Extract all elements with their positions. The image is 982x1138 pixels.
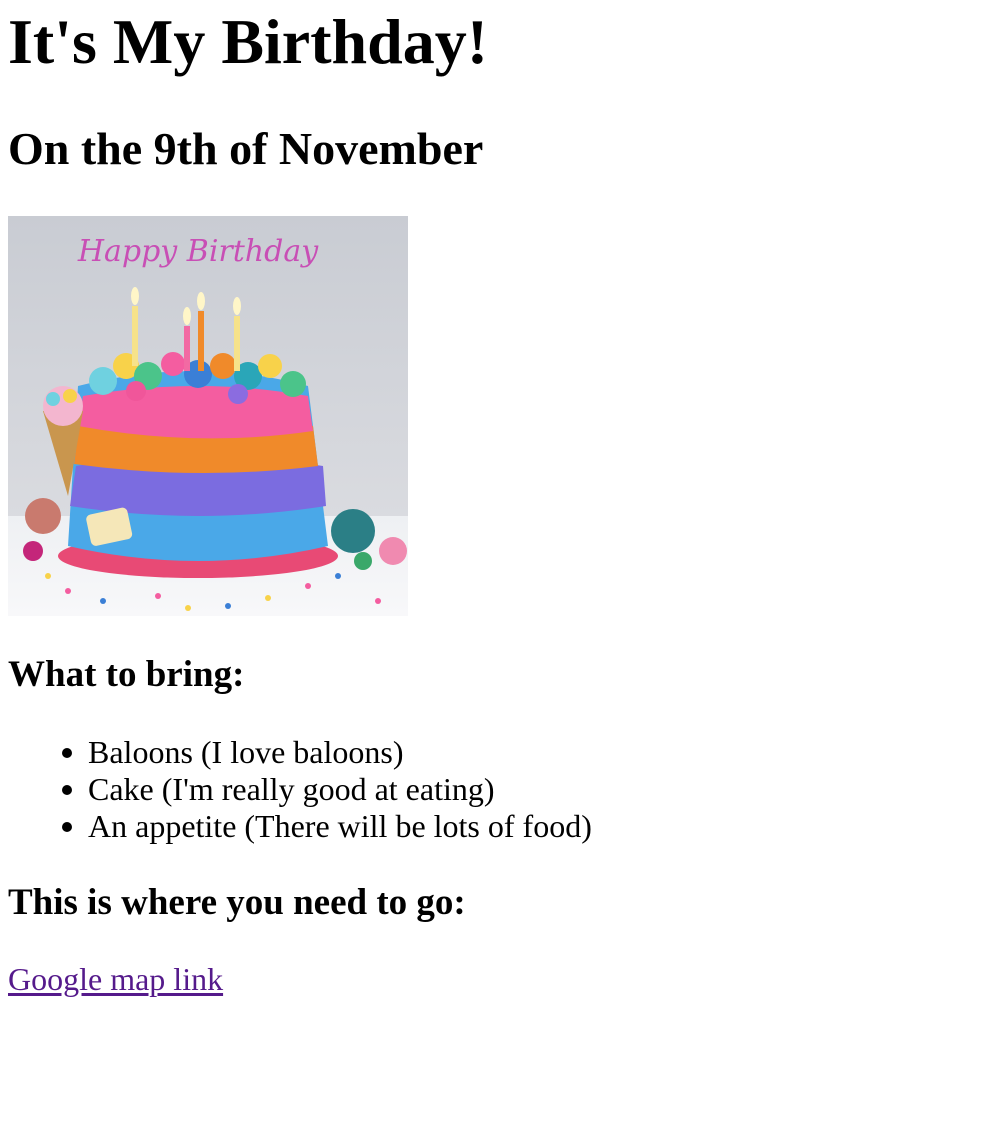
list-item: An appetite (There will be lots of food) xyxy=(8,808,592,845)
list-item: Baloons (I love baloons) xyxy=(8,734,592,771)
bullet-icon xyxy=(62,748,72,758)
page-subtitle: On the 9th of November xyxy=(8,123,484,174)
list-item: Cake (I'm really good at eating) xyxy=(8,771,592,808)
page-title: It's My Birthday! xyxy=(8,6,488,77)
bullet-icon xyxy=(62,785,72,795)
list-item-text: Baloons (I love baloons) xyxy=(88,734,404,770)
list-item-text: Cake (I'm really good at eating) xyxy=(88,771,495,807)
topper-text: Happy Birthday xyxy=(77,234,319,269)
birthday-cake-image: cake Happy Birthday xyxy=(8,216,408,616)
google-map-link[interactable]: Google map link xyxy=(8,961,223,998)
bullet-icon xyxy=(62,822,72,832)
list-item-text: An appetite (There will be lots of food) xyxy=(88,808,592,844)
where-to-go-heading: This is where you need to go: xyxy=(8,882,466,923)
what-to-bring-heading: What to bring: xyxy=(8,654,245,695)
bring-list: Baloons (I love baloons) Cake (I'm reall… xyxy=(8,734,592,845)
